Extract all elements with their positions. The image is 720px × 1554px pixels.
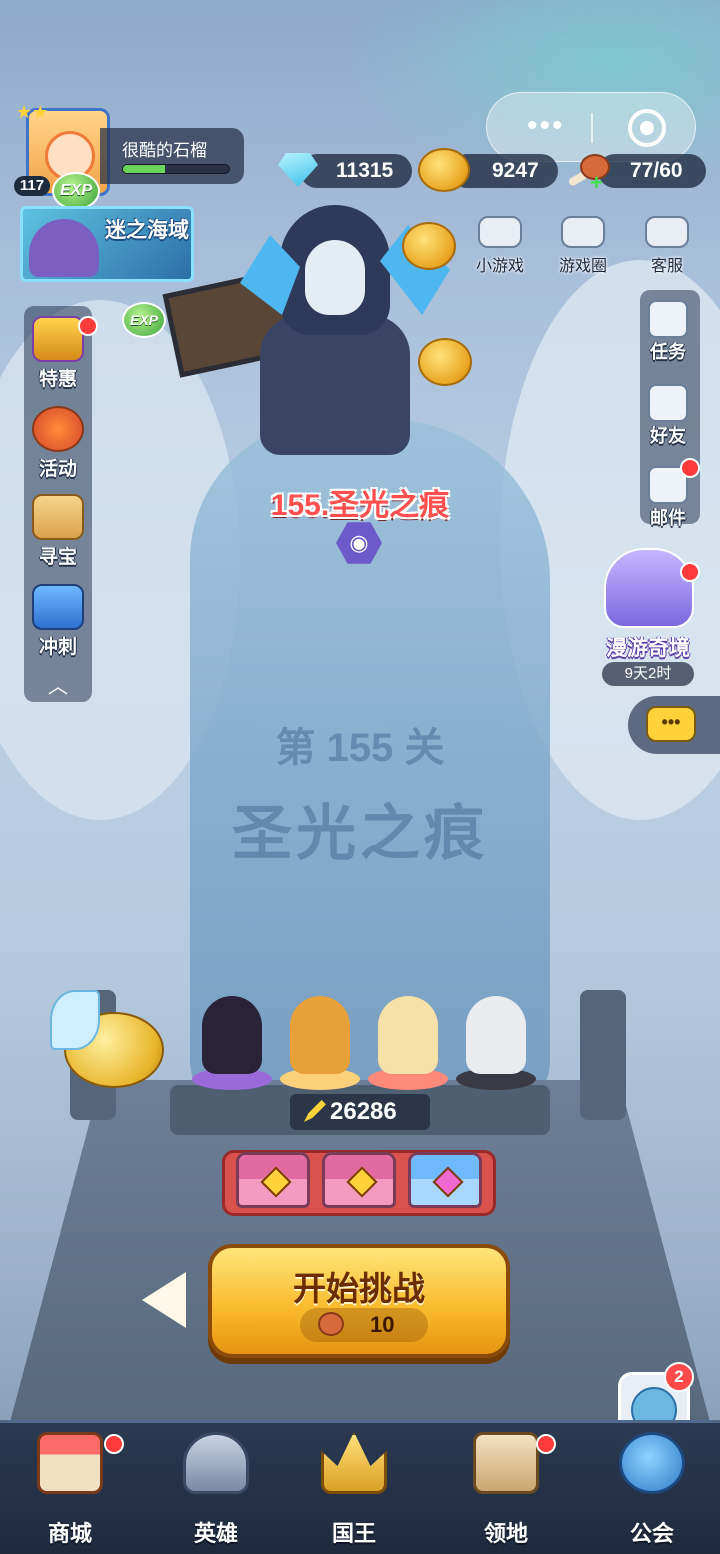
monkey-king-hero-icon bbox=[290, 996, 350, 1074]
left-menu-treasure[interactable]: 寻宝 bbox=[18, 494, 98, 569]
player-level-badge: 117 bbox=[14, 176, 50, 196]
team-power-value: 26286 bbox=[330, 1098, 397, 1125]
reward-chest[interactable] bbox=[236, 1152, 310, 1208]
notification-dot bbox=[104, 1434, 124, 1454]
guild-planet-icon bbox=[619, 1432, 685, 1494]
customer-service-icon bbox=[645, 216, 689, 248]
reward-chest[interactable] bbox=[322, 1152, 396, 1208]
friends-icon bbox=[648, 384, 688, 422]
top-util-label: 客服 bbox=[650, 258, 683, 275]
bridge-pillar-right bbox=[580, 990, 626, 1120]
sprint-trophy-icon bbox=[32, 584, 84, 630]
notification-dot bbox=[680, 562, 700, 582]
left-menu-label: 特惠 bbox=[38, 369, 77, 390]
nav-heroes[interactable]: 英雄 bbox=[166, 1432, 266, 1548]
gamepad-icon bbox=[478, 216, 522, 248]
right-menu-task[interactable]: 任务 bbox=[628, 300, 708, 364]
top-util-game-circle[interactable]: 游戏圈 bbox=[543, 216, 623, 276]
shadow-hero-icon bbox=[202, 996, 262, 1074]
stamina-value: 77/60 bbox=[630, 159, 683, 182]
floor-level-text: 第 155 关 bbox=[275, 726, 445, 770]
floating-gold-coin-icon[interactable] bbox=[418, 338, 472, 386]
boss-mask bbox=[305, 240, 365, 315]
close-target-icon[interactable] bbox=[628, 109, 666, 147]
hero-slot[interactable] bbox=[188, 990, 276, 1090]
territory-castle-icon bbox=[473, 1432, 539, 1494]
treasure-map-icon bbox=[32, 494, 84, 540]
sea-creature-icon bbox=[29, 219, 99, 277]
wander-event-timer: 9天2时 bbox=[602, 662, 694, 686]
left-menu-label: 寻宝 bbox=[38, 547, 77, 568]
exp-orb-icon[interactable]: EXP bbox=[52, 172, 100, 210]
angel-hero-icon bbox=[378, 996, 438, 1074]
hero-slot[interactable] bbox=[452, 990, 540, 1090]
collapse-up-icon[interactable]: ︿ bbox=[44, 676, 72, 698]
stamina-meat-icon bbox=[318, 1312, 344, 1336]
chat-bubble-icon: ••• bbox=[646, 706, 696, 742]
stamina-meat-plus-icon[interactable]: + bbox=[567, 150, 614, 195]
left-menu-sprint[interactable]: 冲刺 bbox=[18, 584, 98, 659]
nav-label: 领地 bbox=[483, 1521, 528, 1546]
right-menu-friends[interactable]: 好友 bbox=[628, 384, 708, 448]
top-util-mini-games[interactable]: 小游戏 bbox=[460, 216, 540, 276]
top-util-label: 游戏圈 bbox=[558, 258, 607, 275]
top-util-label: 小游戏 bbox=[475, 258, 524, 275]
nav-label: 国王 bbox=[331, 1521, 376, 1546]
king-crown-icon bbox=[321, 1432, 387, 1494]
wonderland-castle-icon bbox=[604, 548, 694, 628]
avatar-stars-icon: ★★ bbox=[16, 102, 49, 122]
right-menu-label: 邮件 bbox=[650, 508, 686, 528]
stage-name: 155.圣光之痕 bbox=[270, 489, 450, 522]
hero-slot[interactable] bbox=[276, 990, 364, 1090]
gold-value: 9247 bbox=[492, 159, 539, 182]
gold-coin-icon bbox=[418, 148, 470, 192]
boss-character[interactable] bbox=[162, 185, 500, 485]
nav-king[interactable]: 国王 bbox=[304, 1432, 404, 1548]
player-name: 很酷的石榴 bbox=[122, 141, 207, 160]
shop-icon bbox=[37, 1432, 103, 1494]
floor-title-text: 圣光之痕 bbox=[232, 800, 488, 867]
notification-dot bbox=[536, 1434, 556, 1454]
task-calendar-icon bbox=[648, 300, 688, 338]
pig-wing-icon bbox=[50, 990, 100, 1050]
boss-body bbox=[260, 315, 410, 455]
guild-notification-count: 2 bbox=[664, 1362, 694, 1392]
event-icon bbox=[32, 406, 84, 452]
challenge-cost-value: 10 bbox=[370, 1312, 395, 1337]
nav-guild[interactable]: 公会 bbox=[602, 1432, 702, 1548]
gems-value: 11315 bbox=[336, 159, 394, 182]
left-menu-event[interactable]: 活动 bbox=[18, 406, 98, 481]
right-menu-label: 任务 bbox=[650, 342, 686, 362]
white-haired-swordsman-hero-icon bbox=[466, 996, 526, 1074]
wander-event-label: 漫游奇境 bbox=[606, 637, 690, 660]
event-banner-label: 迷之海域 bbox=[105, 219, 189, 242]
floating-gold-coin-icon[interactable] bbox=[402, 222, 456, 270]
challenge-cost: 10 bbox=[300, 1308, 428, 1342]
nav-label: 公会 bbox=[629, 1521, 674, 1546]
hero-slot[interactable] bbox=[364, 990, 452, 1090]
start-challenge-label: 开始挑战 bbox=[293, 1270, 425, 1307]
game-circle-icon bbox=[561, 216, 605, 248]
exp-progress-bar bbox=[122, 164, 230, 174]
nav-label: 英雄 bbox=[193, 1521, 238, 1546]
nav-label: 商城 bbox=[47, 1521, 92, 1546]
hero-helmet-icon bbox=[183, 1432, 249, 1494]
left-menu-label: 活动 bbox=[38, 459, 77, 480]
exp-orb-icon[interactable]: EXP bbox=[122, 302, 166, 338]
chat-button[interactable]: ••• bbox=[628, 696, 720, 754]
golden-piggy-bank[interactable] bbox=[50, 990, 170, 1100]
start-challenge-button[interactable]: 开始挑战 10 bbox=[208, 1244, 510, 1358]
right-menu-label: 好友 bbox=[650, 426, 686, 446]
left-menu-label: 冲刺 bbox=[38, 637, 77, 658]
deal-icon bbox=[32, 316, 84, 362]
plus-icon: + bbox=[590, 170, 603, 195]
capsule-divider bbox=[591, 113, 593, 143]
event-banner-mystery-sea[interactable]: 迷之海域 bbox=[20, 206, 194, 282]
more-options-icon[interactable]: ••• bbox=[527, 111, 565, 141]
notification-dot bbox=[680, 458, 700, 478]
notification-dot bbox=[78, 316, 98, 336]
top-util-customer-service[interactable]: 客服 bbox=[627, 216, 707, 276]
reward-chest[interactable] bbox=[408, 1152, 482, 1208]
exp-progress-fill bbox=[123, 165, 166, 173]
